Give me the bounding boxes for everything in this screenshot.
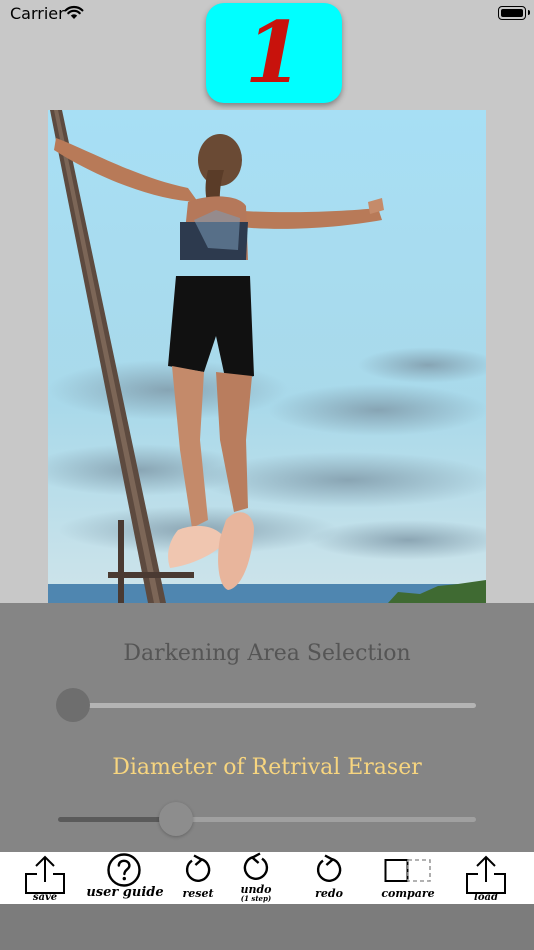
wifi-icon: [64, 5, 84, 19]
carrier-label: Carrier: [10, 4, 65, 23]
share-icon: [25, 855, 65, 894]
bottom-area: [0, 904, 534, 950]
logo-number: 1: [244, 3, 304, 102]
load-label: load: [474, 892, 498, 903]
darkening-slider-thumb[interactable]: [56, 688, 90, 722]
help-circle-icon: [107, 853, 141, 887]
save-button[interactable]: save: [23, 852, 67, 904]
woman-on-pole-photo: [48, 110, 486, 603]
load-button[interactable]: load: [464, 852, 508, 904]
control-panel: Darkening Area Selection Diameter of Ret…: [0, 603, 534, 852]
redo-button[interactable]: redo: [315, 852, 343, 904]
user-guide-button[interactable]: user guide: [86, 852, 164, 904]
eraser-slider-thumb[interactable]: [159, 802, 193, 836]
eraser-slider-track[interactable]: [178, 817, 476, 822]
share-icon: [466, 855, 506, 894]
bottom-toolbar: save user guide reset undo (1 step) redo: [0, 852, 534, 904]
eraser-diameter-label: Diameter of Retrival Eraser: [112, 755, 422, 780]
darkening-slider-track[interactable]: [58, 703, 476, 708]
edited-photo[interactable]: [48, 110, 486, 603]
compare-button[interactable]: compare: [381, 852, 435, 904]
undo-icon: [243, 852, 269, 880]
darkening-area-label: Darkening Area Selection: [123, 641, 411, 666]
battery-icon: [498, 6, 530, 20]
app-logo: 1: [206, 3, 342, 103]
reset-icon: [185, 854, 211, 882]
undo-button[interactable]: undo (1 step): [240, 852, 272, 904]
redo-icon: [316, 854, 342, 882]
compare-icon: [384, 859, 431, 882]
reset-button[interactable]: reset: [182, 852, 214, 904]
